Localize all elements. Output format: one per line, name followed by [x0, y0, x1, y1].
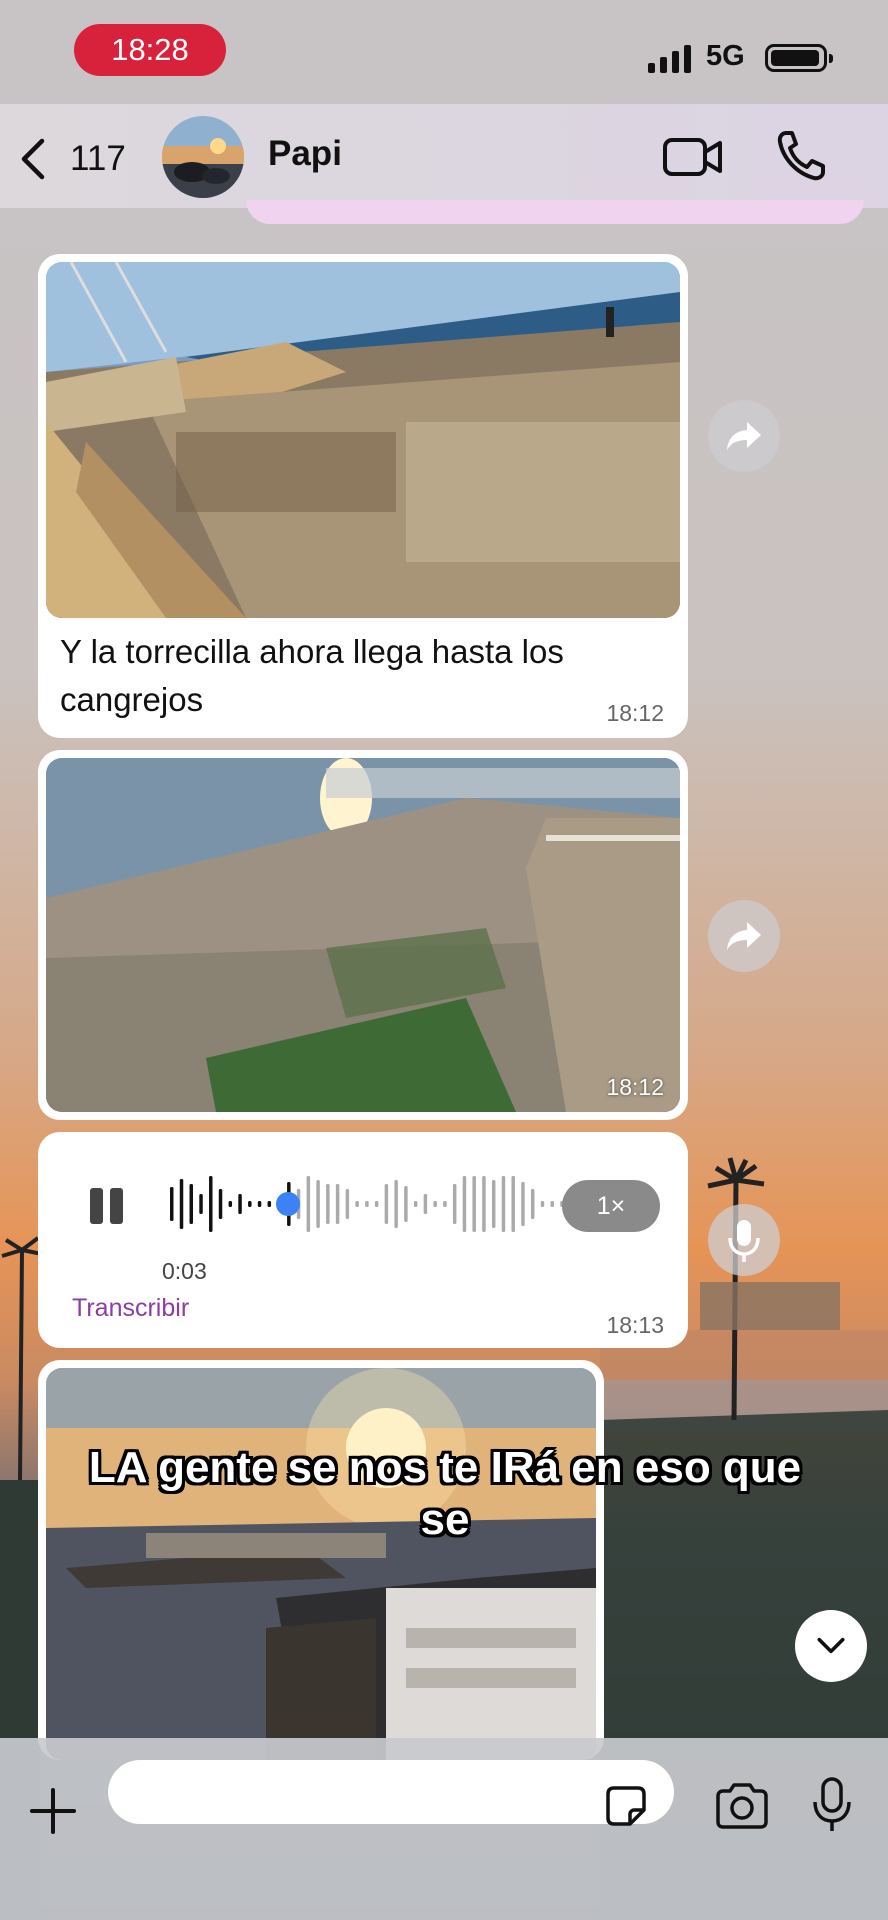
plus-icon[interactable] [30, 1788, 76, 1834]
chat-header: 117 Papi [0, 104, 888, 208]
waveform-bar [345, 1189, 350, 1219]
waveform-bar [365, 1201, 369, 1207]
previous-message-bubble [246, 200, 864, 224]
waveform-bar [413, 1201, 418, 1207]
network-type: 5G [706, 40, 745, 72]
status-time[interactable]: 18:28 [74, 24, 226, 76]
voice-message[interactable]: 1× 0:03 Transcribir 18:13 [38, 1132, 688, 1348]
share-arrow-icon [727, 422, 761, 450]
waveform-bar [326, 1184, 330, 1224]
waveform-bar [209, 1176, 213, 1232]
signal-icon [648, 45, 691, 73]
waveform-bar [472, 1176, 476, 1232]
chevron-down-icon [817, 1637, 845, 1654]
forward-button[interactable] [708, 400, 780, 472]
message-photo[interactable] [46, 758, 680, 1112]
video-camera-icon[interactable] [662, 132, 724, 182]
battery-icon [765, 44, 833, 72]
waveform-bar [482, 1176, 486, 1232]
scroll-to-bottom-button[interactable] [795, 1610, 867, 1682]
waveform-bar [199, 1194, 203, 1214]
microphone-icon [728, 1220, 760, 1262]
waveform-bar [404, 1186, 408, 1222]
waveform-bar [218, 1189, 223, 1219]
waveform-bar [452, 1184, 457, 1224]
chevron-left-icon [21, 138, 45, 180]
waveform-bar [462, 1176, 467, 1232]
image-message[interactable] [38, 1360, 604, 1760]
waveform-bar [238, 1194, 242, 1214]
waveform-bar [540, 1201, 545, 1207]
waveform-bar [433, 1201, 437, 1207]
waveform-bar [306, 1176, 311, 1232]
waveform-bar [170, 1187, 174, 1221]
back-button[interactable]: 117 [18, 134, 130, 184]
image-message[interactable]: Y la torrecilla ahora llega hasta los ca… [38, 254, 688, 738]
video-subtitle: LA gente se nos te IRá en eso que se [88, 1443, 802, 1544]
waveform-bar [355, 1201, 359, 1207]
waveform-bar [257, 1201, 262, 1207]
camera-icon[interactable] [714, 1782, 770, 1830]
message-input[interactable] [108, 1760, 674, 1824]
waveform-bar [501, 1176, 506, 1232]
sticker-icon[interactable] [606, 1786, 646, 1826]
waveform-bar [228, 1201, 233, 1207]
waveform-bar [491, 1180, 496, 1228]
waveform-bar [550, 1201, 554, 1207]
waveform-bar [374, 1201, 379, 1207]
transcribe-button[interactable]: Transcribir [72, 1294, 189, 1323]
waveform-bar [335, 1184, 340, 1224]
audio-waveform[interactable] [168, 1172, 568, 1236]
unread-count: 117 [70, 139, 126, 178]
audio-duration: 0:03 [162, 1258, 207, 1284]
message-time: 18:13 [606, 1312, 664, 1338]
waveform-bar [267, 1201, 272, 1207]
pause-icon [90, 1188, 103, 1224]
message-caption: Y la torrecilla ahora llega hasta los ca… [60, 633, 564, 718]
waveform-bar [394, 1180, 398, 1228]
contact-name[interactable]: Papi [268, 134, 342, 174]
image-message[interactable]: 18:12 [38, 750, 688, 1120]
composer-bar [0, 1738, 888, 1920]
waveform-bar [248, 1201, 252, 1207]
forward-button[interactable] [708, 900, 780, 972]
waveform-bar [443, 1201, 447, 1207]
status-bar: 18:28 5G [0, 0, 888, 104]
message-time: 18:12 [606, 1074, 664, 1100]
waveform-bar [384, 1184, 389, 1224]
avatar[interactable] [162, 116, 244, 198]
voice-note-badge [708, 1204, 780, 1276]
pause-button[interactable] [90, 1186, 130, 1230]
message-time: 18:12 [606, 700, 664, 726]
waveform-bar [189, 1184, 194, 1224]
message-photo[interactable] [46, 1368, 596, 1760]
waveform-bar [179, 1179, 184, 1229]
message-photo[interactable] [46, 262, 680, 618]
waveform-bar [511, 1176, 515, 1232]
playback-speed-button[interactable]: 1× [562, 1180, 660, 1232]
audio-progress-handle[interactable] [276, 1192, 300, 1216]
waveform-bar [316, 1180, 320, 1228]
phone-icon[interactable] [776, 128, 826, 182]
waveform-bar [521, 1182, 525, 1226]
share-arrow-icon [727, 922, 761, 950]
microphone-icon[interactable] [810, 1776, 854, 1834]
waveform-bar [423, 1194, 428, 1214]
waveform-bar [530, 1189, 535, 1219]
